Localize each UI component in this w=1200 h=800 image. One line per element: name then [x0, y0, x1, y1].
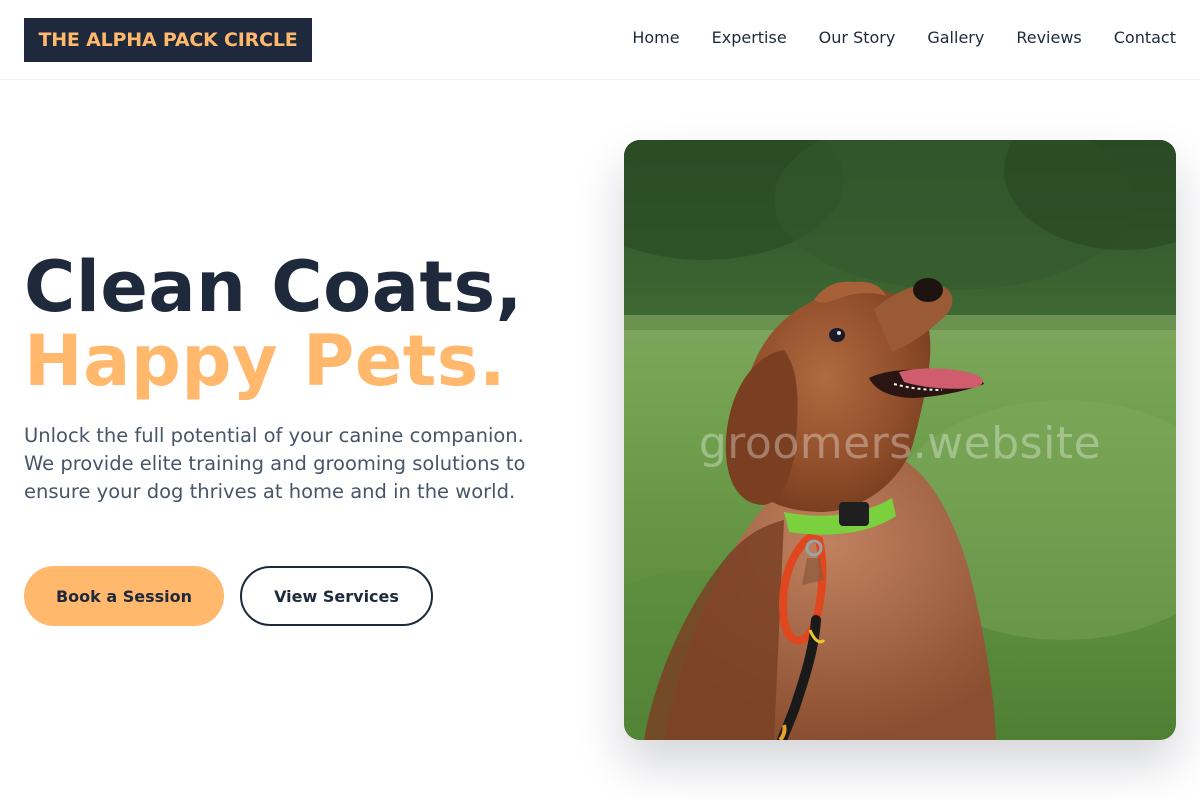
hero-dog-image: groomers.website — [624, 140, 1176, 740]
headline-line-2: Happy Pets. — [24, 320, 507, 402]
nav-gallery[interactable]: Gallery — [927, 28, 984, 48]
hero-headline: Clean Coats, Happy Pets. — [24, 250, 604, 398]
image-watermark: groomers.website — [698, 418, 1102, 469]
nav-expertise[interactable]: Expertise — [712, 28, 787, 48]
nav-home[interactable]: Home — [632, 28, 679, 48]
brand-name: THE ALPHA PACK CIRCLE — [38, 29, 298, 51]
main-nav: Home Expertise Our Story Gallery Reviews… — [632, 28, 1176, 48]
nav-our-story[interactable]: Our Story — [819, 28, 896, 48]
book-session-button[interactable]: Book a Session — [24, 566, 224, 626]
brand-logo[interactable]: THE ALPHA PACK CIRCLE — [24, 18, 312, 62]
site-header: THE ALPHA PACK CIRCLE Home Expertise Our… — [0, 0, 1200, 80]
headline-line-1: Clean Coats, — [24, 246, 523, 328]
view-services-button[interactable]: View Services — [240, 566, 433, 626]
nav-contact[interactable]: Contact — [1114, 28, 1176, 48]
hero-description: Unlock the full potential of your canine… — [24, 424, 526, 503]
nav-reviews[interactable]: Reviews — [1016, 28, 1081, 48]
